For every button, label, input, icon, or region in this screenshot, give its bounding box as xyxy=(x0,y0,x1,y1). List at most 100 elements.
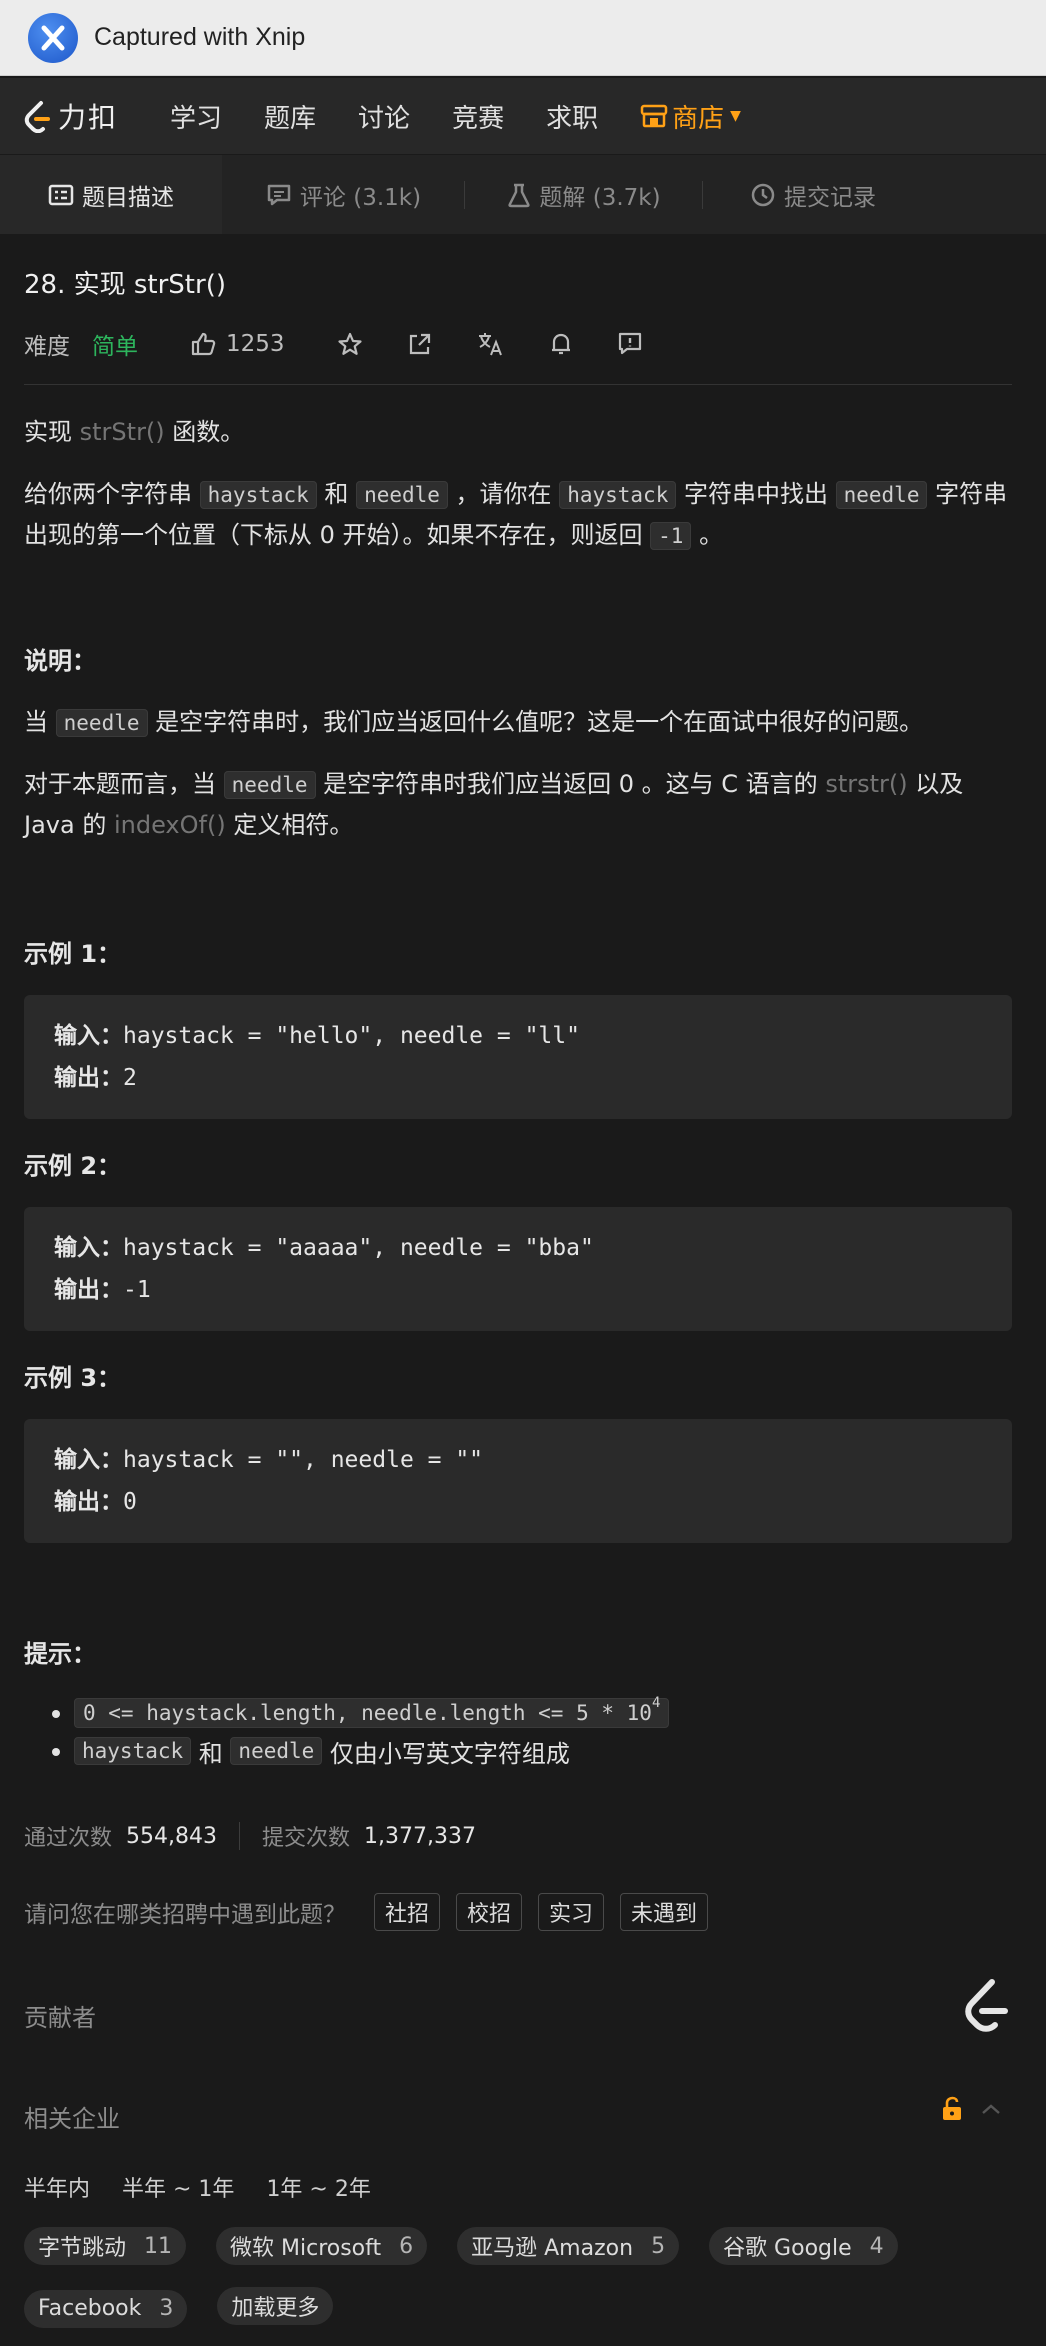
inline-code: -1 xyxy=(650,522,692,550)
tab-comments[interactable]: 评论 (3.1k) xyxy=(222,155,465,234)
strstr-c-link[interactable]: strstr() xyxy=(825,770,907,798)
like-button[interactable]: 1253 xyxy=(190,331,285,357)
input-label: 输入： xyxy=(54,1447,123,1473)
company-tag[interactable]: 微软 Microsoft 6 xyxy=(216,2227,428,2265)
tab-description-label: 题目描述 xyxy=(82,184,174,211)
example1-heading: 示例 1： xyxy=(24,940,122,968)
chevron-up-icon[interactable] xyxy=(980,2102,1002,2116)
brand-logo[interactable]: 力扣 xyxy=(22,96,118,136)
meta-divider xyxy=(24,384,1012,385)
example3-block: 输入：haystack = "", needle = "" 输出：0 xyxy=(24,1419,1012,1543)
example2-block: 输入：haystack = "aaaaa", needle = "bba" 输出… xyxy=(24,1207,1012,1331)
desc-text: 函数。 xyxy=(164,418,245,446)
recruit-option-none[interactable]: 未遇到 xyxy=(620,1893,709,1931)
translate-button[interactable] xyxy=(477,331,505,357)
constraint-exponent: 4 xyxy=(651,1695,661,1711)
desc-text: 实现 xyxy=(24,418,80,446)
like-count: 1253 xyxy=(226,331,285,357)
feedback-button[interactable] xyxy=(617,331,643,357)
hint-item: haystack 和 needle 仅由小写英文字符组成 xyxy=(52,1732,1012,1770)
inline-code: haystack xyxy=(559,481,677,509)
share-button[interactable] xyxy=(407,331,433,357)
recruit-option-intern[interactable]: 实习 xyxy=(538,1893,605,1931)
capture-bar: Captured with Xnip xyxy=(0,0,1046,76)
store-icon xyxy=(640,104,668,128)
brand-name: 力扣 xyxy=(58,101,119,134)
company-name: 字节跳动 xyxy=(38,2236,127,2261)
desc-text: 给你两个字符串 xyxy=(24,480,200,508)
accepted-label: 通过次数 xyxy=(24,1826,113,1851)
note-text: 定义相符。 xyxy=(225,811,354,839)
leetcode-logo-icon xyxy=(24,101,50,133)
inline-code: haystack xyxy=(74,1737,192,1765)
description-line1: 实现 strStr() 函数。 xyxy=(24,412,1012,452)
load-more-button[interactable]: 加载更多 xyxy=(217,2287,334,2325)
tab-description[interactable]: 题目描述 xyxy=(0,155,222,234)
recruit-question: 请问您在哪类招聘中遇到此题？ 社招 校招 实习 未遇到 xyxy=(24,1892,1012,1932)
difficulty-label: 难度 xyxy=(24,334,70,360)
note-text: 对于本题而言，当 xyxy=(24,770,224,798)
companies-label: 相关企业 xyxy=(24,2105,120,2133)
nav-item-problemset[interactable]: 题库 xyxy=(264,98,316,135)
period-half-year[interactable]: 半年内 xyxy=(24,2171,90,2203)
example1-block: 输入：haystack = "hello", needle = "ll" 输出：… xyxy=(24,995,1012,1119)
example-input: haystack = "", needle = "" xyxy=(123,1447,484,1473)
hint-text: 和 xyxy=(191,1739,231,1768)
company-tags: 字节跳动 11 微软 Microsoft 6 亚马逊 Amazon 5 谷歌 Google 4… xyxy=(24,2227,1012,2346)
store-label: 商店 xyxy=(672,103,725,134)
tab-comments-label: 评论 (3.1k) xyxy=(299,184,422,211)
example3-heading: 示例 3： xyxy=(24,1364,122,1392)
desc-text: 。 xyxy=(691,521,724,549)
tab-solutions[interactable]: 题解 (3.7k) xyxy=(465,155,703,234)
inline-code: needle xyxy=(835,481,928,509)
nav-item-discuss[interactable]: 讨论 xyxy=(358,98,410,135)
submitted-label: 提交次数 xyxy=(262,1826,351,1851)
nav-item-learn[interactable]: 学习 xyxy=(170,98,222,135)
thumbs-up-icon xyxy=(191,332,216,356)
chevron-down-icon: ▼ xyxy=(730,108,741,124)
note-text: 是空字符串时我们应当返回 0 。这与 C 语言的 xyxy=(315,770,826,798)
contributor-avatar[interactable] xyxy=(960,1976,1012,2038)
company-tag[interactable]: Facebook 3 xyxy=(24,2289,188,2328)
description-icon xyxy=(48,184,74,205)
company-name: 谷歌 Google xyxy=(723,2236,852,2261)
period-one-to-two-years[interactable]: 1年 ~ 2年 xyxy=(266,2171,370,2203)
report-icon xyxy=(618,332,641,355)
company-tag[interactable]: 字节跳动 11 xyxy=(24,2227,187,2265)
period-half-to-one-year[interactable]: 半年 ~ 1年 xyxy=(122,2171,234,2203)
stats-divider xyxy=(239,1822,240,1850)
company-name: 亚马逊 Amazon xyxy=(471,2236,634,2261)
company-count: 11 xyxy=(144,2233,173,2259)
leetcode-avatar-icon xyxy=(965,1979,1008,2032)
tab-solutions-label: 题解 (3.7k) xyxy=(539,184,661,211)
strstr-link[interactable]: strStr() xyxy=(80,418,165,446)
notify-button[interactable] xyxy=(549,331,573,357)
recruit-option-social[interactable]: 社招 xyxy=(374,1893,441,1931)
period-filter: 半年内 半年 ~ 1年 1年 ~ 2年 xyxy=(24,2171,403,2203)
favorite-button[interactable] xyxy=(337,331,363,357)
constraint-text: 0 <= haystack.length, needle.length <= 5… xyxy=(83,1701,652,1725)
submitted-count: 1,377,337 xyxy=(364,1823,476,1849)
capture-title: Captured with Xnip xyxy=(94,23,306,51)
desc-text: 字符串中找出 xyxy=(676,480,836,508)
example-input: haystack = "aaaaa", needle = "bba" xyxy=(123,1235,594,1261)
nav-item-contest[interactable]: 竞赛 xyxy=(452,98,504,135)
recruit-option-campus[interactable]: 校招 xyxy=(456,1893,523,1931)
contributors-label: 贡献者 xyxy=(24,2004,96,2032)
unlock-icon[interactable] xyxy=(940,2096,964,2122)
nav-item-store[interactable]: 商店 ▼ xyxy=(640,98,741,135)
company-tag[interactable]: 谷歌 Google 4 xyxy=(709,2227,898,2265)
nav-item-jobs[interactable]: 求职 xyxy=(546,98,598,135)
tab-submissions[interactable]: 提交记录 xyxy=(703,155,923,234)
hints-list: 0 <= haystack.length, needle.length <= 5… xyxy=(52,1694,1012,1770)
translate-icon xyxy=(478,333,502,356)
example-input: haystack = "hello", needle = "ll" xyxy=(123,1023,580,1049)
company-tag[interactable]: 亚马逊 Amazon 5 xyxy=(457,2227,680,2265)
tab-submissions-label: 提交记录 xyxy=(784,184,876,211)
xnip-logo-icon xyxy=(28,12,78,63)
indexof-link[interactable]: indexOf() xyxy=(114,811,226,839)
inline-code: needle xyxy=(223,771,316,799)
company-name: Facebook xyxy=(38,2296,142,2321)
company-count: 5 xyxy=(651,2233,666,2259)
companies-controls xyxy=(940,2096,1002,2122)
